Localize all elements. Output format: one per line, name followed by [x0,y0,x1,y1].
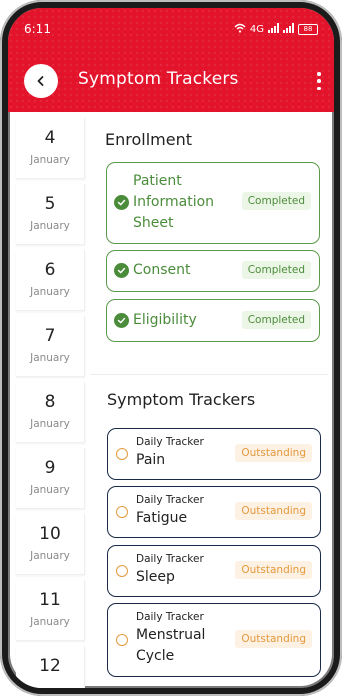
circle-outline-icon [116,565,128,577]
enrollment-item-eligibility[interactable]: Eligibility Completed [106,299,320,342]
tracker-item-menstrual-cycle[interactable]: Daily Tracker Menstrual Cycle Outstandin… [107,603,321,677]
date-item[interactable]: 5 January [16,184,85,245]
signal-icon-2 [283,22,294,36]
check-circle-icon [114,313,129,328]
status-time: 6:11 [24,22,51,36]
date-day: 11 [39,590,61,610]
date-item[interactable]: 10 January [16,514,85,575]
chevron-left-icon [35,72,47,91]
date-item[interactable]: 6 January [16,250,85,311]
date-month: January [30,352,70,364]
date-item[interactable]: 12 [16,646,85,688]
enrollment-item-label: Consent [133,262,191,278]
date-day: 5 [44,194,56,214]
section-divider [90,374,328,375]
status-badge: Outstanding [235,561,312,579]
tracker-type: Daily Tracker [136,553,204,565]
status-badge: Completed [241,261,311,279]
enrollment-section-title: Enrollment [105,130,192,149]
date-month: January [30,418,70,430]
date-item[interactable]: 11 January [16,580,85,641]
circle-outline-icon [116,448,128,460]
tracker-name: Fatigue [136,510,188,526]
status-badge: Completed [241,192,311,210]
trackers-section-title: Symptom Trackers [107,390,256,409]
date-day: 7 [44,326,56,346]
page-title: Symptom Trackers [78,69,239,89]
status-icons: 4G 88 [234,22,318,36]
more-options-icon[interactable] [316,72,322,90]
date-day: 12 [39,656,61,676]
date-month: January [30,154,70,166]
tracker-name-line1: Menstrual [136,627,206,643]
tracker-name: Pain [136,452,166,468]
date-day: 6 [44,260,56,280]
date-day: 10 [39,524,61,544]
signal-icon [268,22,279,36]
circle-outline-icon [116,506,128,518]
enrollment-item-label-line2: Information [133,194,215,210]
enrollment-item-label: Eligibility [133,312,197,328]
date-item[interactable]: 8 January [16,382,85,443]
app-header: 6:11 4G 88 Symptom Trackers [8,8,334,112]
tracker-item-sleep[interactable]: Daily Tracker Sleep Outstanding [107,545,321,597]
enrollment-item-label-line1: Patient [133,173,182,189]
battery-icon: 88 [298,23,318,35]
date-day: 4 [44,128,56,148]
date-item[interactable]: 7 January [16,316,85,377]
check-circle-icon [114,263,129,278]
date-item[interactable]: 9 January [16,448,85,509]
tracker-type: Daily Tracker [136,436,204,448]
status-badge: Completed [241,311,311,329]
enrollment-item-consent[interactable]: Consent Completed [106,250,320,292]
status-badge: Outstanding [235,502,312,520]
enrollment-item-label-line3: Sheet [133,215,174,231]
phone-frame: 6:11 4G 88 Symptom Trackers 4 January 5 … [0,0,342,696]
date-item[interactable]: 4 January [16,118,85,179]
tracker-item-pain[interactable]: Daily Tracker Pain Outstanding [107,428,321,480]
wifi-icon [234,23,246,36]
date-month: January [30,220,70,232]
date-list[interactable]: 4 January 5 January 6 January 7 January … [16,112,85,688]
date-month: January [30,616,70,628]
status-badge: Outstanding [235,630,312,648]
tracker-item-fatigue[interactable]: Daily Tracker Fatigue Outstanding [107,486,321,538]
tracker-type: Daily Tracker [136,611,204,623]
date-day: 9 [44,458,56,478]
network-type-label: 4G [249,23,264,35]
tracker-name-line2: Cycle [136,648,175,664]
status-badge: Outstanding [235,444,312,462]
enrollment-item-patient-info[interactable]: Patient Information Sheet Completed [106,162,320,244]
circle-outline-icon [116,634,128,646]
tracker-type: Daily Tracker [136,494,204,506]
check-circle-icon [114,195,129,210]
tracker-name: Sleep [136,569,175,585]
status-bar: 6:11 4G 88 [24,20,318,38]
date-month: January [30,550,70,562]
date-day: 8 [44,392,56,412]
back-button[interactable] [24,64,58,98]
date-month: January [30,286,70,298]
date-month: January [30,484,70,496]
